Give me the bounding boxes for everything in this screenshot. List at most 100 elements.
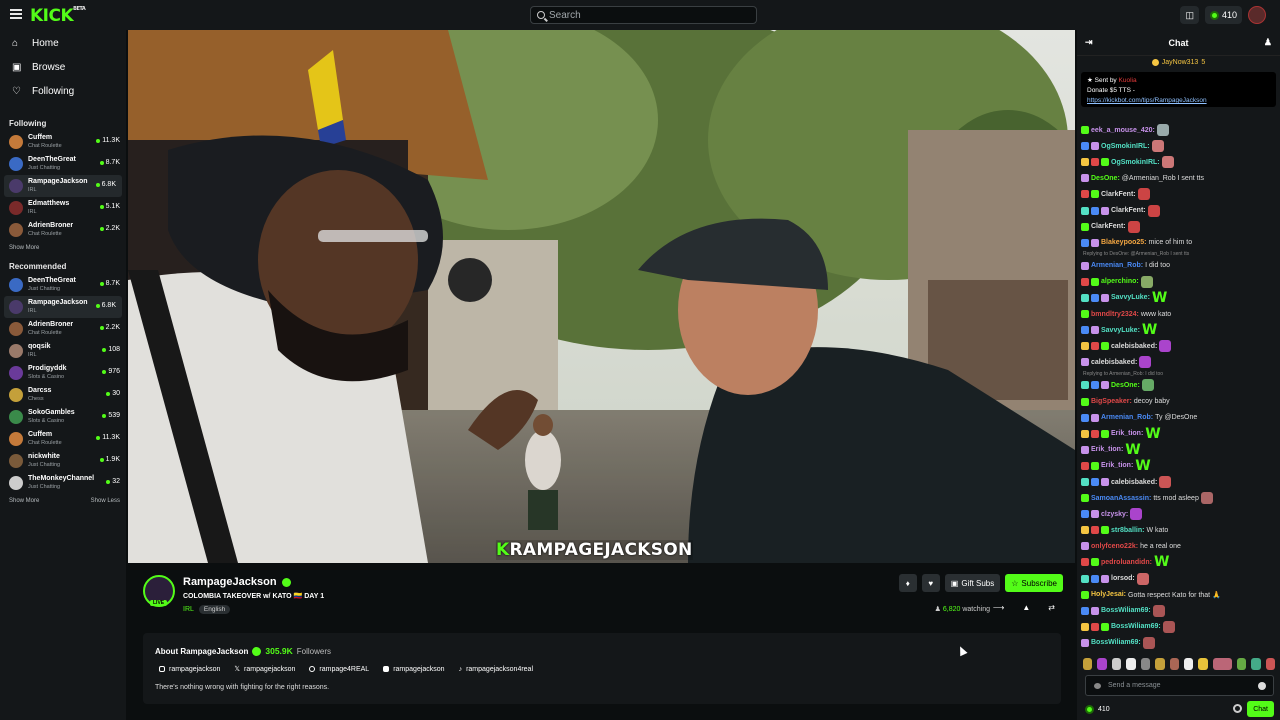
chat-username[interactable]: pedroluandidn: bbox=[1101, 559, 1152, 566]
chat-username[interactable]: alperchino: bbox=[1101, 278, 1139, 285]
subscribe-button[interactable]: ☆ Subscribe bbox=[1005, 574, 1063, 592]
chat-username[interactable]: SavvyLuke: bbox=[1101, 327, 1140, 334]
pin-sender[interactable]: Kuolia bbox=[1119, 77, 1137, 84]
chat-username[interactable]: Erik_tion: bbox=[1101, 462, 1133, 469]
recommended-show-less[interactable]: Show Less bbox=[91, 498, 120, 504]
chat-username[interactable]: HolyJesai: bbox=[1091, 591, 1126, 598]
menu-icon[interactable] bbox=[10, 9, 22, 19]
report-icon[interactable]: ▲ bbox=[1022, 603, 1030, 612]
chat-username[interactable]: BigSpeaker: bbox=[1091, 398, 1132, 405]
instagram-link[interactable]: rampagejackson bbox=[159, 665, 220, 673]
sidebar-channel-themonkeychannel[interactable]: TheMonkeyChannel Just Chatting 32 bbox=[0, 472, 126, 494]
facebook-link[interactable]: rampage4REAL bbox=[309, 665, 369, 673]
chat-username[interactable]: onlyfceno22k: bbox=[1091, 543, 1138, 550]
emote-icon[interactable] bbox=[1236, 658, 1247, 670]
chat-username[interactable]: BossWiliam69: bbox=[1111, 623, 1161, 630]
tiktok-link[interactable]: ♪ rampagejackson4real bbox=[459, 665, 533, 673]
clip-icon[interactable]: ⇄ bbox=[1048, 603, 1055, 612]
nav-following[interactable]: ♡ Following bbox=[0, 79, 126, 103]
youtube-link[interactable]: rampagejackson bbox=[383, 665, 445, 673]
emote-icon[interactable] bbox=[1083, 658, 1093, 670]
chat-username[interactable]: Erik_tion: bbox=[1091, 446, 1123, 453]
x-link[interactable]: 𝕏rampagejackson bbox=[234, 665, 295, 674]
top-gifter-name[interactable]: JayNow313 bbox=[1162, 59, 1199, 66]
chat-send-button[interactable]: Chat bbox=[1247, 701, 1274, 717]
chat-username[interactable]: clzysky: bbox=[1101, 511, 1128, 518]
chat-username[interactable]: ClarkFent: bbox=[1111, 207, 1146, 214]
sidebar-channel-adrienbroner[interactable]: AdrienBroner Chat Roulette 2.2K bbox=[0, 318, 126, 340]
emote-icon[interactable] bbox=[1111, 658, 1122, 670]
chat-username[interactable]: ClarkFent: bbox=[1091, 223, 1126, 230]
follow-button[interactable]: ♥ bbox=[921, 574, 940, 592]
chat-username[interactable]: lorsod: bbox=[1111, 575, 1135, 582]
kicks-balance-button[interactable]: 410 bbox=[1204, 6, 1242, 24]
heart-icon: ♥ bbox=[928, 578, 934, 588]
chat-username[interactable]: Erik_tion: bbox=[1111, 430, 1143, 437]
chat-username[interactable]: BossWiliam69: bbox=[1091, 639, 1141, 646]
emote-icon[interactable] bbox=[1126, 658, 1136, 670]
sidebar-channel-edmatthews[interactable]: Edmatthews IRL 5.1K bbox=[0, 197, 126, 219]
chat-username[interactable]: calebisbaked: bbox=[1111, 343, 1157, 350]
stream-category[interactable]: IRL bbox=[183, 606, 194, 613]
language-tag[interactable]: English bbox=[198, 605, 231, 614]
kick-logo[interactable]: KICKBETA bbox=[30, 6, 86, 26]
share-icon[interactable]: ⟶ bbox=[993, 603, 1004, 612]
chat-message-input[interactable]: Send a message bbox=[1085, 675, 1274, 696]
chat-username[interactable]: SamoanAssassin: bbox=[1091, 495, 1151, 502]
chat-username[interactable]: DesOne: bbox=[1091, 175, 1120, 182]
collapse-chat-icon[interactable]: ⇥ bbox=[1085, 37, 1093, 48]
sidebar-channel-deenthegreat[interactable]: DeenTheGreat Just Chatting 8.7K bbox=[0, 274, 126, 296]
search-input[interactable]: Search bbox=[530, 6, 757, 24]
chat-username[interactable]: bmndltry2324: bbox=[1091, 311, 1139, 318]
chat-username[interactable]: calebisbaked: bbox=[1091, 359, 1137, 366]
emote-icon[interactable] bbox=[1140, 658, 1151, 670]
chat-badge-icon bbox=[1081, 526, 1089, 535]
following-show-more[interactable]: Show More bbox=[9, 245, 39, 251]
chat-settings-icon[interactable] bbox=[1233, 704, 1242, 713]
sidebar-channel-darcss[interactable]: Darcss Chess 30 bbox=[0, 384, 126, 406]
chat-users-icon[interactable]: ♟ bbox=[1264, 37, 1272, 48]
emote-icon[interactable] bbox=[1251, 658, 1261, 670]
chat-username[interactable]: calebisbaked: bbox=[1111, 479, 1157, 486]
sidebar-channel-rampagejackson[interactable]: RampageJackson IRL 6.8K bbox=[4, 175, 122, 197]
chat-username[interactable]: Armenian_Rob: bbox=[1091, 262, 1143, 269]
sidebar-channel-adrienbroner[interactable]: AdrienBroner Chat Roulette 2.2K bbox=[0, 219, 126, 241]
chat-username[interactable]: ClarkFent: bbox=[1101, 191, 1136, 198]
pin-link[interactable]: https://kickbot.com/tips/RampageJackson bbox=[1087, 96, 1270, 106]
user-avatar[interactable] bbox=[1248, 6, 1266, 24]
gift-subs-button[interactable]: ▣ Gift Subs bbox=[944, 574, 1001, 592]
video-player[interactable] bbox=[128, 30, 1075, 563]
chat-username[interactable]: eek_a_mouse_420: bbox=[1091, 127, 1155, 134]
chat-username[interactable]: OgSmokinIRL: bbox=[1101, 143, 1150, 150]
sidebar-channel-sokogambles[interactable]: SokoGambles Slots & Casino 539 bbox=[0, 406, 126, 428]
emote-icon[interactable] bbox=[1155, 658, 1165, 670]
chat-username[interactable]: SavvyLuke: bbox=[1111, 294, 1150, 301]
sidebar-channel-cuffem[interactable]: Cuffem Chat Roulette 11.3K bbox=[0, 131, 126, 153]
notification-button[interactable]: ♦ bbox=[898, 574, 917, 592]
emote-icon[interactable] bbox=[1212, 658, 1232, 670]
chat-username[interactable]: DesOne: bbox=[1111, 382, 1140, 389]
chat-username[interactable]: BossWiliam69: bbox=[1101, 607, 1151, 614]
chat-username[interactable]: Armenian_Rob: bbox=[1101, 414, 1153, 421]
sidebar-channel-qoqsik[interactable]: qoqsik IRL 108 bbox=[0, 340, 126, 362]
chat-message: SavvyLuke: W bbox=[1081, 322, 1277, 338]
sidebar-channel-cuffem[interactable]: Cuffem Chat Roulette 11.3K bbox=[0, 428, 126, 450]
sidebar-channel-nickwhite[interactable]: nickwhite Just Chatting 1.9K bbox=[0, 450, 126, 472]
sidebar-channel-deenthegreat[interactable]: DeenTheGreat Just Chatting 8.7K bbox=[0, 153, 126, 175]
chat-username[interactable]: OgSmokinIRL: bbox=[1111, 159, 1160, 166]
sidebar-channel-prodigyddk[interactable]: Prodigyddk Slots & Casino 976 bbox=[0, 362, 126, 384]
emote-icon[interactable] bbox=[1265, 658, 1275, 670]
emoji-picker-icon[interactable] bbox=[1258, 682, 1266, 690]
emote-icon[interactable] bbox=[1169, 658, 1179, 670]
nav-browse[interactable]: ▣ Browse bbox=[0, 55, 126, 79]
emote-icon[interactable] bbox=[1183, 658, 1194, 670]
chat-username[interactable]: Blakeypoo25: bbox=[1101, 239, 1147, 246]
sidebar-channel-rampagejackson[interactable]: RampageJackson IRL 6.8K bbox=[4, 296, 122, 318]
streamer-name[interactable]: RampageJackson bbox=[183, 576, 277, 588]
recommended-show-more[interactable]: Show More bbox=[9, 498, 39, 504]
nav-home[interactable]: ⌂ Home bbox=[0, 31, 126, 55]
emote-icon[interactable] bbox=[1198, 658, 1208, 670]
library-button[interactable]: ◫ bbox=[1180, 6, 1199, 24]
chat-username[interactable]: str8ballin: bbox=[1111, 527, 1144, 534]
emote-icon[interactable] bbox=[1097, 658, 1107, 670]
